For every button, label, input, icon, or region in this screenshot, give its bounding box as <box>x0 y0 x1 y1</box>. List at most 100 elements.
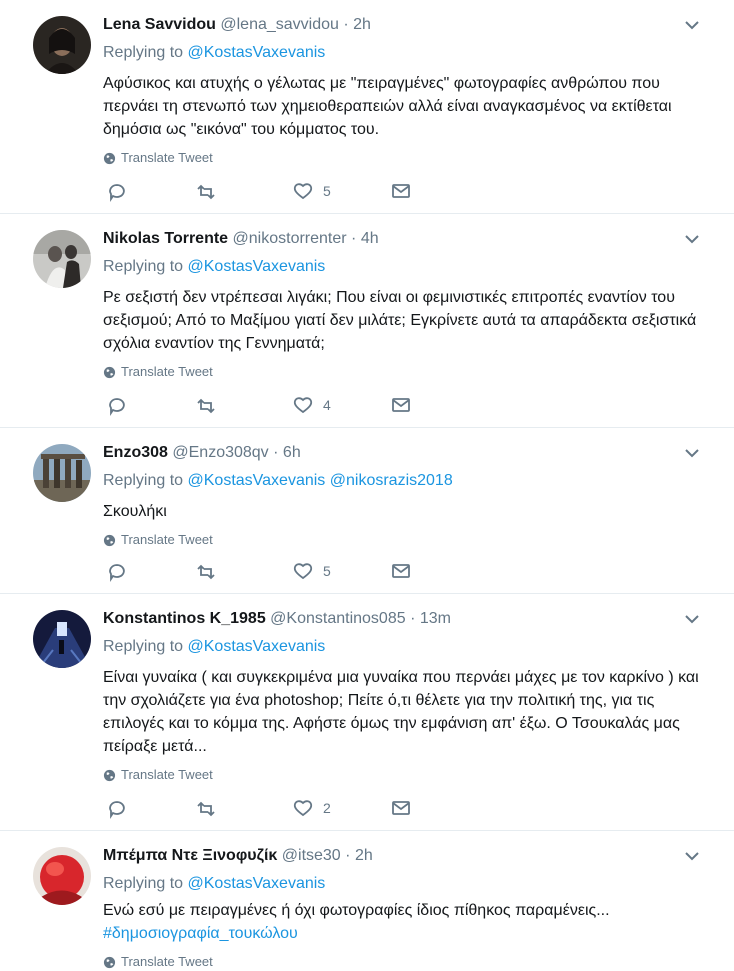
like-icon <box>293 563 313 580</box>
tweet-header: Nikolas Torrente @nikostorrenter · 4h <box>103 228 714 250</box>
chevron-down-icon[interactable] <box>684 20 700 30</box>
translate-tweet-link[interactable]: Translate Tweet <box>103 953 714 971</box>
separator-dot: · <box>273 444 279 461</box>
like-button[interactable]: 4 <box>293 396 331 414</box>
user-handle[interactable]: @lena_savvidou <box>220 16 339 33</box>
chevron-down-icon[interactable] <box>684 851 700 861</box>
timestamp[interactable]: 6h <box>283 444 301 461</box>
chevron-down-icon[interactable] <box>684 448 700 458</box>
like-count: 5 <box>323 183 331 199</box>
message-icon <box>392 398 410 412</box>
tweet-header: Μπέμπα Ντε Ξινοφυζίκ @itse30 · 2h <box>103 845 714 867</box>
avatar[interactable] <box>33 230 91 288</box>
display-name[interactable]: Enzo308 <box>103 444 168 461</box>
like-button[interactable]: 2 <box>293 799 331 817</box>
replying-to-label: Replying to <box>103 875 184 892</box>
direct-message-button[interactable] <box>391 799 411 817</box>
direct-message-button[interactable] <box>391 396 411 414</box>
globe-icon <box>103 956 116 968</box>
replying-to-label: Replying to <box>103 638 184 655</box>
chevron-down-icon[interactable] <box>684 614 700 624</box>
timestamp[interactable]: 2h <box>353 16 371 33</box>
separator-dot: · <box>351 230 357 247</box>
display-name[interactable]: Konstantinos K_1985 <box>103 610 266 627</box>
reply-icon <box>109 801 125 819</box>
mention-link[interactable]: @KostasVaxevanis <box>188 638 326 655</box>
avatar[interactable] <box>33 16 91 74</box>
globe-icon <box>103 534 116 546</box>
avatar[interactable] <box>33 847 91 905</box>
translate-tweet-link[interactable]: Translate Tweet <box>103 149 714 167</box>
retweet-icon <box>197 564 215 580</box>
tweet[interactable]: Enzo308 @Enzo308qv · 6h Replying to @Kos… <box>0 428 734 594</box>
mention-link[interactable]: @KostasVaxevanis <box>188 875 326 892</box>
timestamp[interactable]: 13m <box>420 610 451 627</box>
translate-tweet-link[interactable]: Translate Tweet <box>103 766 714 784</box>
like-icon <box>293 183 313 200</box>
separator-dot: · <box>345 847 351 864</box>
direct-message-button[interactable] <box>391 182 411 200</box>
reply-button[interactable] <box>107 182 127 202</box>
replying-to: Replying to @KostasVaxevanis <box>103 636 714 658</box>
retweet-button[interactable] <box>195 562 217 582</box>
reply-button[interactable] <box>107 799 127 819</box>
tweet-actions: 2 <box>103 799 433 823</box>
reply-icon <box>109 184 125 202</box>
retweet-button[interactable] <box>195 799 217 819</box>
retweet-button[interactable] <box>195 182 217 202</box>
mention-link[interactable]: @KostasVaxevanis <box>188 258 326 275</box>
hashtag-link[interactable]: #δημοσιογραφία_τουκώλου <box>103 922 714 945</box>
replying-to-label: Replying to <box>103 44 184 61</box>
like-button[interactable]: 5 <box>293 562 331 580</box>
translate-label: Translate Tweet <box>121 150 213 165</box>
like-count: 2 <box>323 800 331 816</box>
direct-message-button[interactable] <box>391 562 411 580</box>
globe-icon <box>103 366 116 378</box>
translate-tweet-link[interactable]: Translate Tweet <box>103 531 714 549</box>
tweet-header: Konstantinos K_1985 @Konstantinos085 · 1… <box>103 608 714 630</box>
tweet[interactable]: Μπέμπα Ντε Ξινοφυζίκ @itse30 · 2h Replyi… <box>0 831 734 971</box>
timestamp[interactable]: 2h <box>355 847 373 864</box>
tweet[interactable]: Nikolas Torrente @nikostorrenter · 4h Re… <box>0 214 734 428</box>
message-icon <box>392 801 410 815</box>
display-name[interactable]: Μπέμπα Ντε Ξινοφυζίκ <box>103 847 277 864</box>
avatar[interactable] <box>33 610 91 668</box>
retweet-button[interactable] <box>195 396 217 416</box>
chevron-down-icon[interactable] <box>684 234 700 244</box>
user-handle[interactable]: @Konstantinos085 <box>270 610 405 627</box>
reply-button[interactable] <box>107 396 127 416</box>
replying-to: Replying to @KostasVaxevanis <box>103 873 714 895</box>
tweet-text: Αφύσικος και ατυχής ο γέλωτας με "πειραγ… <box>103 75 672 138</box>
mention-link[interactable]: @nikosrazis2018 <box>330 472 453 489</box>
replying-to: Replying to @KostasVaxevanis <box>103 256 714 278</box>
retweet-icon <box>197 398 215 414</box>
separator-dot: · <box>343 16 349 33</box>
tweet-text: Ενώ εσύ με πειραγμένες ή όχι φωτογραφίες… <box>103 899 714 945</box>
user-handle[interactable]: @Enzo308qv <box>172 444 268 461</box>
tweet[interactable]: Lena Savvidou @lena_savvidou · 2h Replyi… <box>0 0 734 214</box>
tweet[interactable]: Konstantinos K_1985 @Konstantinos085 · 1… <box>0 594 734 831</box>
like-icon <box>293 800 313 817</box>
display-name[interactable]: Nikolas Torrente <box>103 230 228 247</box>
reply-icon <box>109 398 125 416</box>
mention-link[interactable]: @KostasVaxevanis <box>188 44 326 61</box>
translate-label: Translate Tweet <box>121 364 213 379</box>
replying-to-label: Replying to <box>103 258 184 275</box>
reply-button[interactable] <box>107 562 127 582</box>
message-icon <box>392 564 410 578</box>
avatar[interactable] <box>33 444 91 502</box>
translate-tweet-link[interactable]: Translate Tweet <box>103 363 714 381</box>
like-icon <box>293 397 313 414</box>
replying-to: Replying to @KostasVaxevanis @nikosrazis… <box>103 470 714 492</box>
display-name[interactable]: Lena Savvidou <box>103 16 216 33</box>
reply-icon <box>109 564 125 582</box>
user-handle[interactable]: @nikostorrenter <box>233 230 347 247</box>
tweet-actions: 5 <box>103 562 433 586</box>
mention-link[interactable]: @KostasVaxevanis <box>188 472 326 489</box>
replying-to: Replying to @KostasVaxevanis <box>103 42 714 64</box>
retweet-icon <box>197 184 215 200</box>
translate-label: Translate Tweet <box>121 532 213 547</box>
timestamp[interactable]: 4h <box>361 230 379 247</box>
like-button[interactable]: 5 <box>293 182 331 200</box>
user-handle[interactable]: @itse30 <box>282 847 341 864</box>
